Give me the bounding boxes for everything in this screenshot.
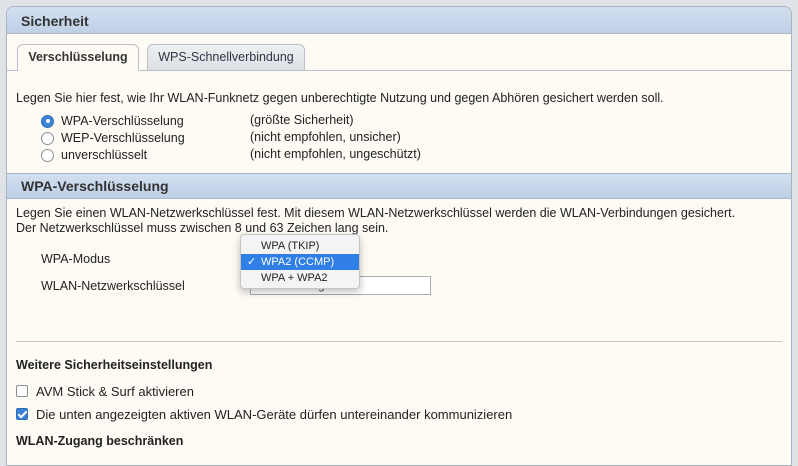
- option-label: WPA2 (CCMP): [261, 256, 335, 268]
- radio-checked-icon[interactable]: [41, 114, 54, 128]
- radio-wpa[interactable]: WPA-Verschlüsselung: [41, 113, 184, 129]
- checkbox-stick-and-surf-label: AVM Stick & Surf aktivieren: [36, 383, 194, 399]
- radio-unencrypted-note: (nicht empfohlen, ungeschützt): [250, 147, 421, 161]
- radio-wpa-label: WPA-Verschlüsselung: [61, 114, 184, 128]
- wpa-intro-line1: Legen Sie einen WLAN-Netzwerkschlüssel f…: [16, 206, 736, 220]
- wpa-mode-option-wpa-wpa2[interactable]: WPA + WPA2: [241, 270, 359, 286]
- checkbox-unchecked-icon[interactable]: [16, 385, 28, 397]
- checkbox-devices-communicate-label: Die unten angezeigten aktiven WLAN-Gerät…: [36, 406, 513, 422]
- tab-encryption[interactable]: Verschlüsselung: [17, 44, 139, 71]
- checkbox-devices-communicate[interactable]: Die unten angezeigten aktiven WLAN-Gerät…: [16, 406, 512, 422]
- section-title-wpa: WPA-Verschlüsselung: [7, 173, 791, 199]
- section-title-security: Sicherheit: [7, 7, 791, 34]
- wpa-mode-option-tkip[interactable]: WPA (TKIP): [241, 238, 359, 254]
- radio-wpa-note: (größte Sicherheit): [250, 113, 354, 127]
- wpa-intro-line2: Der Netzwerkschlüssel muss zwischen 8 un…: [16, 221, 389, 235]
- option-label: WPA + WPA2: [261, 272, 328, 284]
- security-intro-text: Legen Sie hier fest, wie Ihr WLAN-Funkne…: [16, 91, 664, 105]
- radio-unencrypted[interactable]: unverschlüsselt: [41, 147, 147, 163]
- wpa-mode-label: WPA-Modus: [41, 252, 111, 266]
- tab-wps-quick-connect[interactable]: WPS-Schnellverbindung: [147, 44, 305, 70]
- network-key-label: WLAN-Netzwerkschlüssel: [41, 279, 185, 293]
- radio-unchecked-icon[interactable]: [41, 131, 54, 145]
- radio-unencrypted-label: unverschlüsselt: [61, 148, 148, 162]
- checkbox-checked-icon[interactable]: [16, 408, 28, 420]
- checkbox-stick-and-surf[interactable]: AVM Stick & Surf aktivieren: [16, 383, 194, 399]
- option-label: WPA (TKIP): [261, 240, 320, 252]
- restrict-access-title: WLAN-Zugang beschränken: [16, 434, 184, 448]
- wpa-mode-option-ccmp[interactable]: ✓ WPA2 (CCMP): [241, 254, 359, 270]
- more-security-settings-title: Weitere Sicherheitseinstellungen: [16, 358, 213, 372]
- radio-wep-label: WEP-Verschlüsselung: [61, 131, 185, 145]
- section-divider: [16, 341, 782, 342]
- radio-unchecked-icon[interactable]: [41, 148, 54, 162]
- wpa-mode-dropdown-menu[interactable]: WPA (TKIP) ✓ WPA2 (CCMP) WPA + WPA2: [240, 234, 360, 289]
- radio-wep-note: (nicht empfohlen, unsicher): [250, 130, 401, 144]
- security-panel: Sicherheit Verschlüsselung WPS-Schnellve…: [6, 6, 792, 466]
- checkmark-icon: ✓: [247, 256, 257, 268]
- radio-wep[interactable]: WEP-Verschlüsselung: [41, 130, 185, 146]
